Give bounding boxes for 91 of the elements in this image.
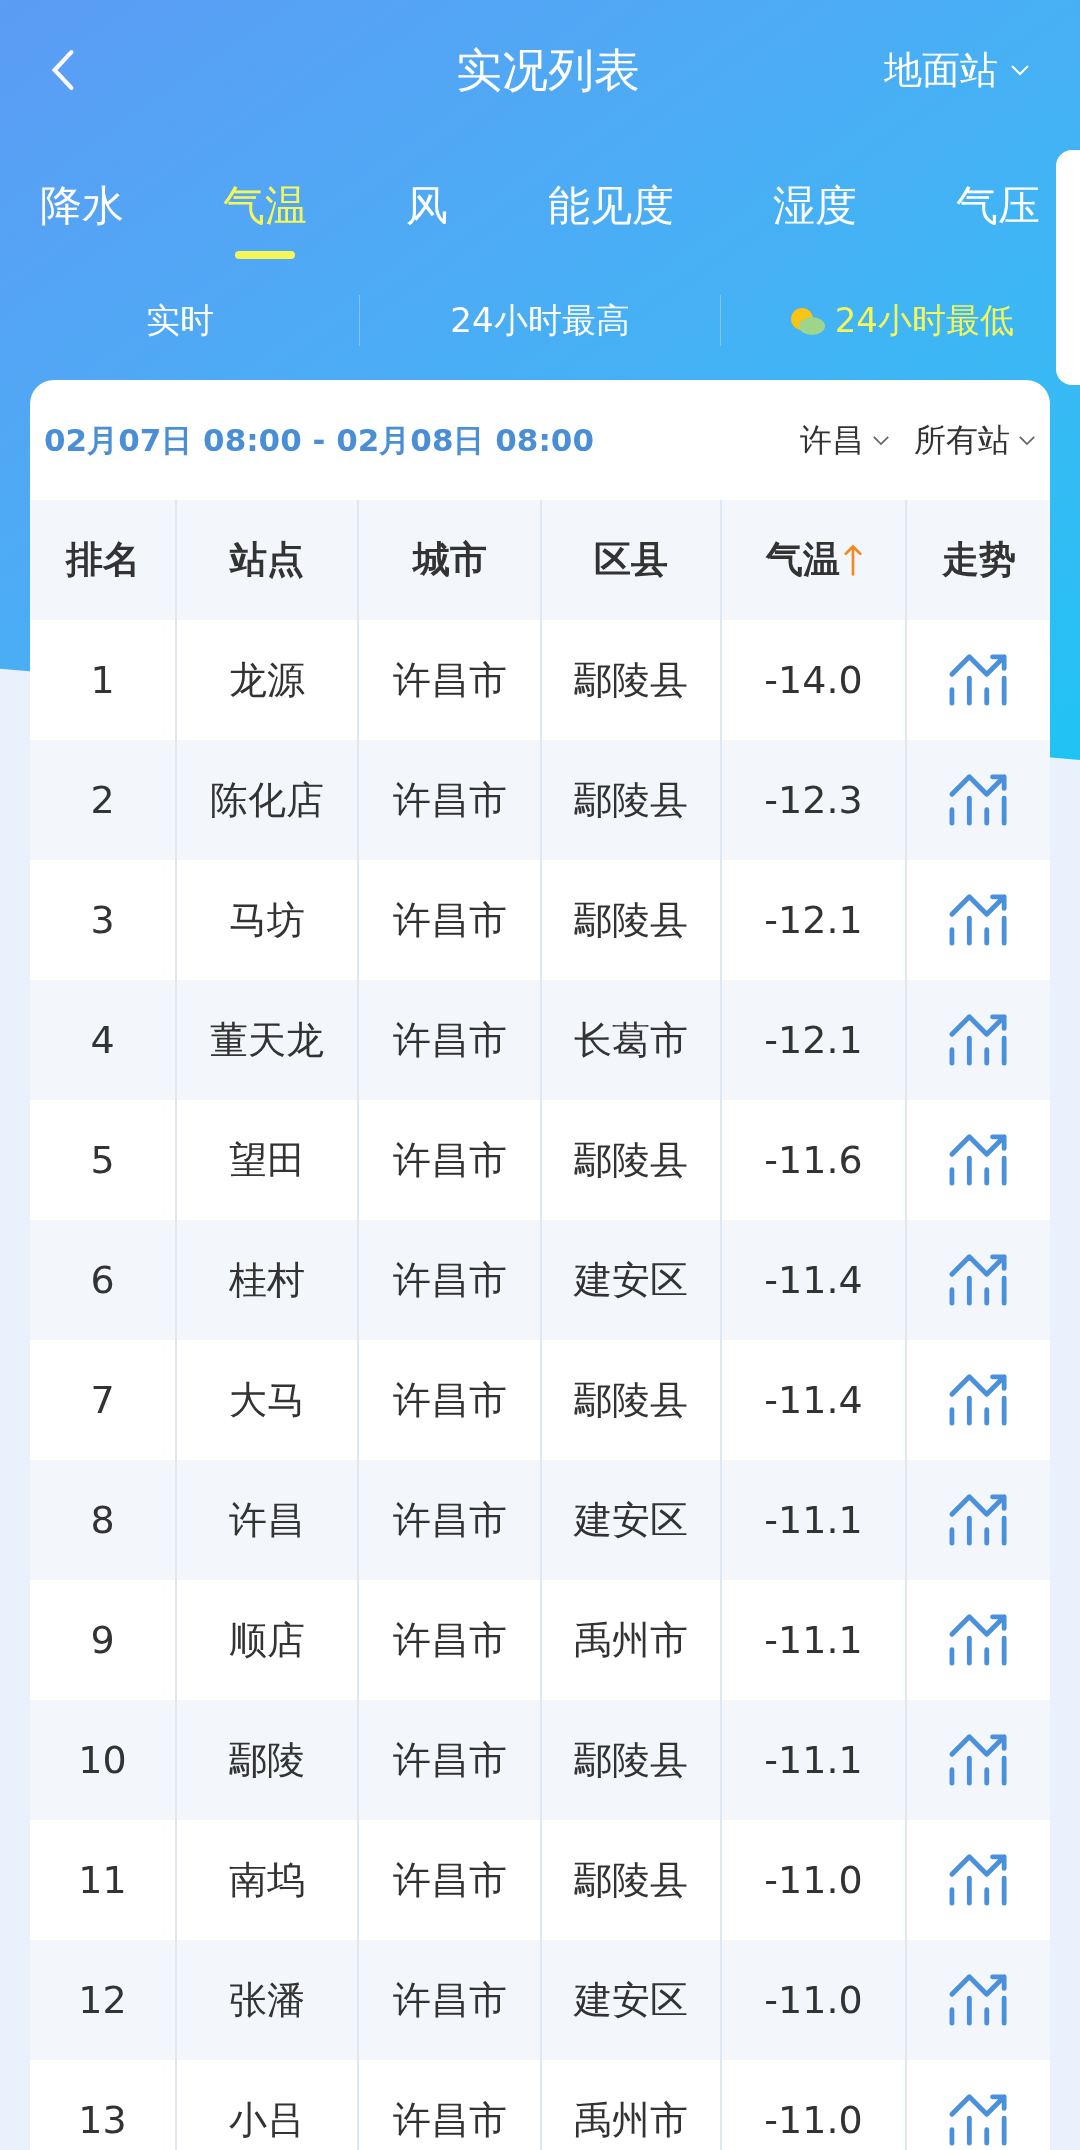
period-tab[interactable]: 实时	[145, 294, 214, 346]
table-cell-text: 大马	[229, 1376, 305, 1424]
table-cell-text: 12	[78, 1976, 127, 2024]
table-cell-text: 8	[90, 1496, 115, 1544]
table-cell-text: -12.1	[764, 896, 863, 944]
table-cell-text: -11.0	[764, 1856, 863, 1904]
table-cell-text: 4	[90, 1016, 115, 1064]
column-header[interactable]: 区县	[594, 532, 668, 588]
table-cell-text: 望田	[229, 1136, 305, 1184]
table-cell-text: -12.3	[764, 776, 863, 824]
table-cell-text: 9	[90, 1616, 115, 1664]
period-tab[interactable]: 24小时最高	[450, 294, 630, 346]
column-header[interactable]: 站点	[230, 532, 304, 588]
table-cell-text: -11.0	[764, 1976, 863, 2024]
table-cell-text: 南坞	[229, 1856, 305, 1904]
table-cell-text: 2	[90, 776, 115, 824]
table-cell-text: 鄢陵县	[574, 656, 688, 704]
table-cell-text: 11	[78, 1856, 127, 1904]
category-tab[interactable]: 降水	[40, 173, 124, 237]
table-cell-text: 许昌	[229, 1496, 305, 1544]
table-cell-text: -14.0	[764, 656, 863, 704]
table-cell-text: 建安区	[574, 1976, 688, 2024]
table-cell-text: 小吕	[229, 2096, 305, 2144]
table-cell-text: -11.6	[764, 1136, 863, 1184]
table-cell-text: 建安区	[574, 1496, 688, 1544]
table-cell-text: -11.0	[764, 2096, 863, 2144]
chevron-down-icon	[872, 434, 890, 446]
table-cell-text: 建安区	[574, 1256, 688, 1304]
table-cell-text: 1	[90, 656, 115, 704]
table-cell-text: -11.4	[764, 1256, 863, 1304]
page-title: 实况列表	[456, 41, 640, 99]
table-cell-text: 3	[90, 896, 115, 944]
category-tab[interactable]: 气温	[223, 173, 308, 237]
table-cell-text: 许昌市	[392, 1256, 507, 1304]
table-cell-text: 7	[90, 1376, 115, 1424]
table-cell-text: 许昌市	[392, 776, 507, 824]
table-cell-text: 6	[90, 1256, 115, 1304]
column-header[interactable]: 排名	[65, 532, 140, 588]
table-cell-text: 5	[90, 1136, 115, 1184]
category-tab[interactable]: 湿度	[772, 173, 857, 237]
category-tab[interactable]: 气压	[955, 173, 1040, 237]
table-cell-text: 许昌市	[392, 1376, 507, 1424]
table-cell-text: 鄢陵县	[574, 1376, 688, 1424]
tab-underline	[235, 250, 296, 259]
category-tab[interactable]: 风	[406, 173, 449, 237]
table-cell-text: 许昌市	[392, 1976, 507, 2024]
sort-ascending-icon[interactable]	[843, 543, 862, 577]
chevron-down-icon	[1018, 434, 1036, 446]
table-cell-text: -11.1	[764, 1616, 863, 1664]
table-cell-text: 顺店	[229, 1616, 305, 1664]
table-cell-text: 龙源	[229, 656, 305, 704]
table-cell-text: 许昌市	[392, 1856, 507, 1904]
time-range: 02月07日 08:00 - 02月08日 08:00	[44, 420, 594, 460]
table-cell-text: 许昌市	[392, 2096, 507, 2144]
table-cell-text: 桂村	[229, 1256, 305, 1304]
table-cell-text: 禹州市	[574, 2096, 688, 2144]
table-cell-text: 鄢陵县	[574, 1736, 688, 1784]
table-cell-text: 许昌市	[392, 1136, 507, 1184]
stations-dropdown[interactable]: 所有站	[914, 416, 1036, 464]
table-cell-text: 张潘	[229, 1976, 305, 2024]
table-cell-text: 许昌市	[392, 1496, 507, 1544]
chevron-down-icon	[1010, 64, 1030, 76]
table-cell-text: 董天龙	[210, 1016, 324, 1064]
table-cell-text: 鄢陵	[229, 1736, 305, 1784]
table-cell-text: 禹州市	[574, 1616, 688, 1664]
table-cell-text: -11.1	[764, 1496, 863, 1544]
table-cell-text: -11.1	[764, 1736, 863, 1784]
period-tab[interactable]: 24小时最低	[786, 294, 1014, 346]
table-cell-text: 10	[78, 1736, 127, 1784]
table-cell-text: 许昌市	[392, 1016, 507, 1064]
table-cell-text: 鄢陵县	[574, 776, 688, 824]
table-cell-text: 鄢陵县	[574, 1136, 688, 1184]
table-cell-text: 陈化店	[210, 776, 324, 824]
station-type-dropdown[interactable]: 地面站	[884, 41, 1030, 99]
table-cell-text: 许昌市	[392, 1616, 507, 1664]
column-header[interactable]: 城市	[412, 532, 487, 588]
table-cell-text: 长葛市	[574, 1016, 688, 1064]
table-cell-text: 鄢陵县	[574, 1856, 688, 1904]
table-cell-text: -12.1	[764, 1016, 863, 1064]
table-cell-text: 马坊	[229, 896, 305, 944]
column-header[interactable]: 气温	[765, 532, 840, 588]
table-cell-text: 许昌市	[392, 896, 507, 944]
table-cell-text: 鄢陵县	[574, 896, 688, 944]
column-header[interactable]: 走势	[941, 532, 1016, 588]
table-cell-text: 许昌市	[392, 1736, 507, 1784]
back-icon[interactable]	[50, 49, 76, 91]
table-cell-text: 13	[78, 2096, 127, 2144]
city-dropdown[interactable]: 许昌	[800, 416, 890, 464]
category-tab[interactable]: 能见度	[547, 173, 674, 237]
table-cell-text: 许昌市	[392, 656, 507, 704]
table-cell-text: -11.4	[764, 1376, 863, 1424]
